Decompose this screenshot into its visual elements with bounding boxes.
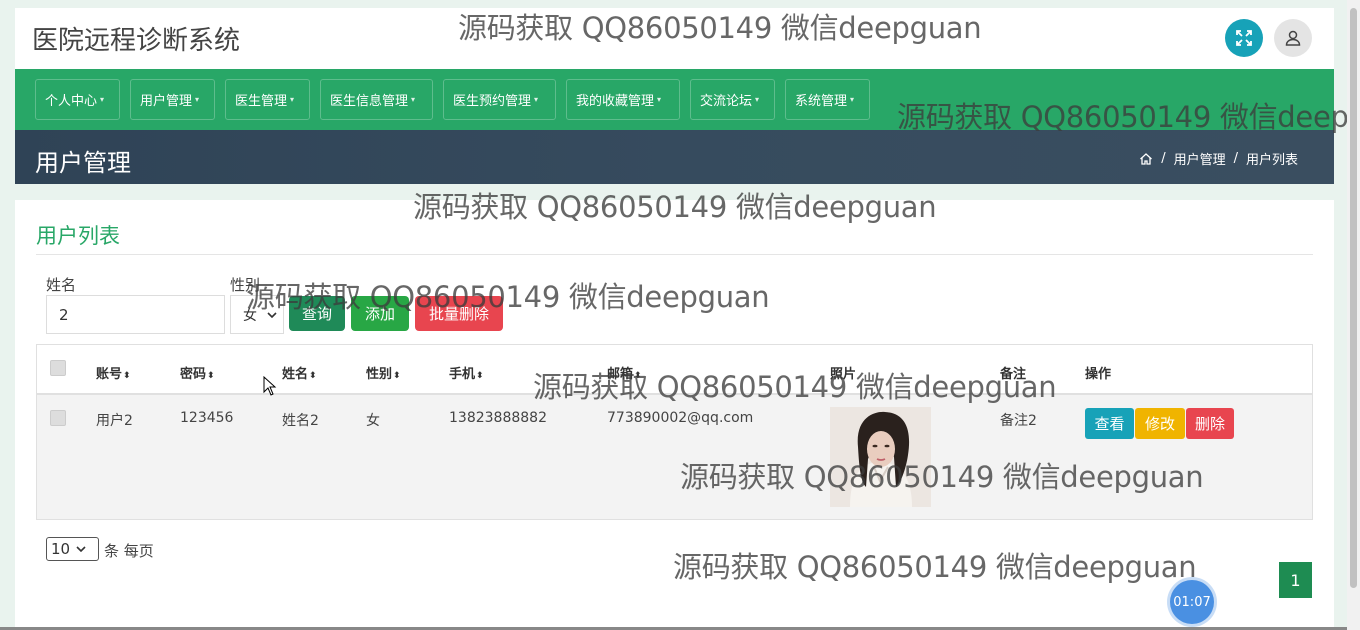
select-all-checkbox[interactable] xyxy=(50,360,66,376)
nav-label: 医生预约管理 xyxy=(453,94,532,109)
sort-icon: ⬍ xyxy=(123,371,131,381)
chevron-down-icon xyxy=(267,311,277,318)
column-header-password[interactable]: 密码⬍ xyxy=(180,363,215,382)
column-label: 密码 xyxy=(180,367,207,382)
cell-name: 姓名2 xyxy=(282,413,319,429)
breadcrumb-separator: / xyxy=(1233,151,1238,166)
query-button[interactable]: 查询 xyxy=(289,296,345,331)
sex-label: 性别 xyxy=(230,276,261,294)
column-label: 账号 xyxy=(96,367,123,382)
breadcrumb-user-list: 用户列表 xyxy=(1245,153,1298,168)
column-header-name[interactable]: 姓名⬍ xyxy=(282,363,317,382)
card-title: 用户列表 xyxy=(36,224,120,248)
sex-select-value: 女 xyxy=(243,307,257,324)
breadcrumb-separator: / xyxy=(1161,151,1166,166)
table-header: 账号⬍ 密码⬍ 姓名⬍ 性别⬍ 手机⬍ 邮箱⬍ 照片 备注 操作 xyxy=(37,345,1312,395)
column-header-note: 备注 xyxy=(1000,367,1027,382)
scrollbar-thumb[interactable] xyxy=(1350,8,1357,588)
page-header: 用户管理 / 用户管理 / 用户列表 xyxy=(15,130,1334,184)
view-button[interactable]: 查看 xyxy=(1085,408,1134,439)
nav-item-user-management[interactable]: 用户管理 ▾ xyxy=(130,79,215,120)
nav-label: 系统管理 xyxy=(795,94,848,109)
user-table: 账号⬍ 密码⬍ 姓名⬍ 性别⬍ 手机⬍ 邮箱⬍ 照片 备注 操作 用户2 123… xyxy=(36,344,1313,520)
nav-label: 个人中心 xyxy=(45,94,98,109)
nav-item-doctor-info-management[interactable]: 医生信息管理 ▾ xyxy=(320,79,433,120)
column-label: 姓名 xyxy=(282,367,309,382)
cell-note: 备注2 xyxy=(1000,413,1037,429)
delete-button[interactable]: 删除 xyxy=(1186,408,1234,439)
page-button-current[interactable]: 1 xyxy=(1279,562,1312,598)
page-size-select[interactable]: 10 xyxy=(46,537,99,561)
column-label: 手机 xyxy=(449,367,476,382)
name-label: 姓名 xyxy=(46,276,77,294)
caret-down-icon: ▾ xyxy=(290,95,295,104)
caret-down-icon: ▾ xyxy=(755,95,760,104)
nav-label: 用户管理 xyxy=(140,94,193,109)
column-header-photo: 照片 xyxy=(830,367,857,382)
row-checkbox[interactable] xyxy=(50,410,66,426)
caret-down-icon: ▾ xyxy=(100,95,105,104)
nav-label: 交流论坛 xyxy=(700,94,753,109)
cell-email: 773890002@qq.com xyxy=(607,410,754,426)
breadcrumb-user-management[interactable]: 用户管理 xyxy=(1174,149,1226,168)
floating-timer[interactable]: 01:07 xyxy=(1170,580,1214,624)
main-nav: 个人中心 ▾ 用户管理 ▾ 医生管理 ▾ 医生信息管理 ▾ 医生预约管理 ▾ 我的收藏管理… xyxy=(15,69,1334,130)
cell-sex: 女 xyxy=(366,413,380,429)
home-icon[interactable] xyxy=(1139,152,1153,166)
breadcrumb: / 用户管理 / 用户列表 xyxy=(1139,149,1298,168)
user-icon xyxy=(1285,30,1301,46)
edit-button[interactable]: 修改 xyxy=(1135,408,1185,439)
nav-item-favorites-management[interactable]: 我的收藏管理 ▾ xyxy=(566,79,680,120)
top-header: 医院远程诊断系统 xyxy=(15,8,1334,69)
column-header-actions: 操作 xyxy=(1085,367,1112,382)
nav-item-appointment-management[interactable]: 医生预约管理 ▾ xyxy=(443,79,556,120)
caret-down-icon: ▾ xyxy=(657,95,662,104)
mouse-cursor-icon xyxy=(263,376,277,396)
divider xyxy=(36,254,1313,255)
column-header-account[interactable]: 账号⬍ xyxy=(96,363,131,382)
column-label: 邮箱 xyxy=(607,367,634,382)
caret-down-icon: ▾ xyxy=(411,95,416,104)
per-page-label: 条 每页 xyxy=(104,542,154,560)
sort-icon: ⬍ xyxy=(309,371,317,381)
add-button[interactable]: 添加 xyxy=(351,296,409,331)
content-card: 用户列表 姓名 性别 女 查询 添加 批量删除 账号⬍ 密码⬍ 姓名⬍ 性别⬍ … xyxy=(15,200,1334,630)
fullscreen-button[interactable] xyxy=(1225,19,1263,57)
chevron-down-icon xyxy=(76,546,86,552)
nav-label: 我的收藏管理 xyxy=(576,94,655,109)
sort-icon: ⬍ xyxy=(476,371,484,381)
portrait-image xyxy=(830,407,931,507)
sort-icon: ⬍ xyxy=(634,371,642,381)
caret-down-icon: ▾ xyxy=(534,95,539,104)
sort-icon: ⬍ xyxy=(207,371,215,381)
table-row: 用户2 123456 姓名2 女 13823888882 773890002@q… xyxy=(37,395,1312,519)
page-size-value: 10 xyxy=(51,540,71,558)
cell-password: 123456 xyxy=(180,410,234,426)
nav-item-forum[interactable]: 交流论坛 ▾ xyxy=(690,79,775,120)
user-photo xyxy=(830,407,931,507)
cell-phone: 13823888882 xyxy=(449,410,547,426)
column-header-phone[interactable]: 手机⬍ xyxy=(449,363,484,382)
caret-down-icon: ▾ xyxy=(195,95,200,104)
nav-item-doctor-management[interactable]: 医生管理 ▾ xyxy=(225,79,310,120)
cell-account: 用户2 xyxy=(96,413,133,429)
nav-label: 医生管理 xyxy=(235,94,288,109)
name-search-input[interactable] xyxy=(46,295,225,334)
caret-down-icon: ▾ xyxy=(850,95,855,104)
nav-item-system-management[interactable]: 系统管理 ▾ xyxy=(785,79,870,120)
column-label: 性别 xyxy=(366,367,393,382)
app-title: 医院远程诊断系统 xyxy=(32,26,241,56)
sex-select[interactable]: 女 xyxy=(230,295,284,334)
batch-delete-button[interactable]: 批量删除 xyxy=(415,296,503,331)
column-header-sex[interactable]: 性别⬍ xyxy=(366,363,401,382)
sort-icon: ⬍ xyxy=(393,371,401,381)
column-header-email[interactable]: 邮箱⬍ xyxy=(607,363,642,382)
expand-icon xyxy=(1236,30,1252,46)
nav-item-personal-center[interactable]: 个人中心 ▾ xyxy=(35,79,120,120)
page-title: 用户管理 xyxy=(35,149,131,177)
user-menu-button[interactable] xyxy=(1274,19,1312,57)
nav-label: 医生信息管理 xyxy=(330,94,409,109)
